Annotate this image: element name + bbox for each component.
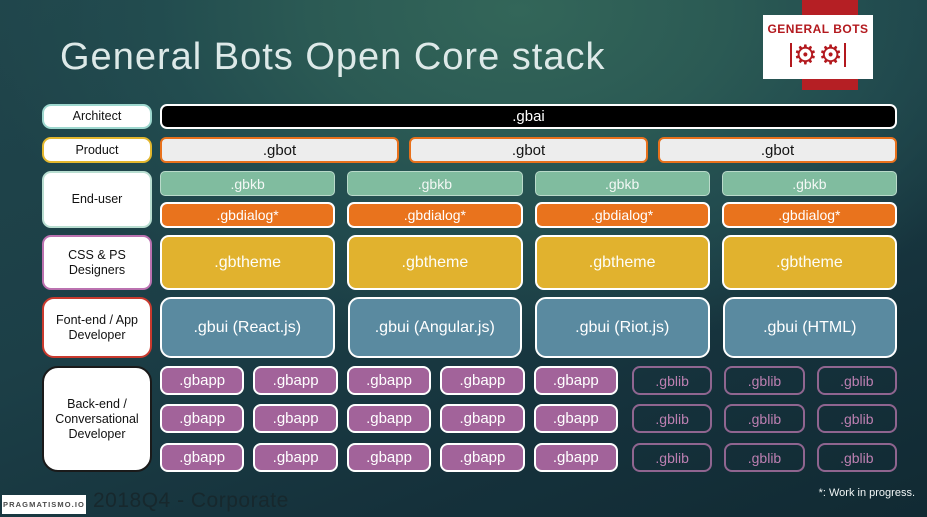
gbdialog-box: .gbdialog* (534, 202, 710, 228)
gbdialog-box: .gbdialog* (721, 202, 897, 228)
gbapp-box: .gbapp (346, 366, 432, 395)
gbot-box: .gbot (409, 137, 648, 163)
work-in-progress-note: *: Work in progress. (818, 487, 915, 499)
gbkb-box: .gbkb (347, 171, 523, 196)
gblib-box: .gblib (816, 404, 897, 433)
gbdialog-box: .gbdialog* (160, 202, 336, 228)
gbkb-row: .gbkb .gbkb .gbkb .gbkb (160, 171, 897, 196)
gblib-box: .gblib (816, 443, 897, 472)
gbapp-box: .gbapp (160, 404, 245, 433)
gbot-box: .gbot (160, 137, 399, 163)
gbot-box: .gbot (658, 137, 897, 163)
backend-row: .gbapp .gbapp .gbapp .gbapp .gbapp .gbli… (160, 404, 897, 433)
gbdialog-box: .gbdialog* (347, 202, 523, 228)
footer-date-text: 2018Q4 - Corporate (93, 489, 289, 512)
gbkb-box: .gbkb (160, 171, 336, 196)
logo-brand-text: GENERAL BOTS (767, 22, 869, 36)
backend-row: .gbapp .gbapp .gbapp .gbapp .gbapp .gbli… (160, 366, 897, 395)
gbapp-group: .gbapp .gbapp .gbapp .gbapp .gbapp (160, 366, 619, 395)
gears-icon: ⚙ ⚙ (790, 38, 846, 72)
gbui-row: .gbui (React.js) .gbui (Angular.js) .gbu… (160, 297, 897, 358)
gbkb-box: .gbkb (534, 171, 710, 196)
role-label-frontend-developer: Font-end / App Developer (42, 297, 152, 358)
role-label-end-user: End-user (42, 171, 152, 228)
gbapp-box: .gbapp (533, 366, 619, 395)
role-label-designers: CSS & PS Designers (42, 235, 152, 290)
gear-bar-left (790, 43, 793, 67)
role-label-architect: Architect (42, 104, 152, 129)
gear-icon: ⚙ (793, 40, 818, 70)
gbui-react-box: .gbui (React.js) (160, 297, 335, 358)
gblib-group: .gblib .gblib .gblib (632, 366, 897, 395)
gblib-box: .gblib (632, 366, 713, 395)
gbapp-box: .gbapp (346, 404, 432, 433)
gbtheme-box: .gbtheme (347, 235, 523, 290)
slide: General Bots Open Core stack GENERAL BOT… (0, 0, 927, 517)
gblib-box: .gblib (816, 366, 897, 395)
gbapp-box: .gbapp (440, 404, 525, 433)
gear-icon: ⚙ (818, 40, 843, 70)
gbapp-box: .gbapp (160, 443, 245, 472)
gbui-riot-box: .gbui (Riot.js) (535, 297, 710, 358)
general-bots-logo: GENERAL BOTS ⚙ ⚙ (763, 15, 873, 79)
gbot-row: .gbot .gbot .gbot (160, 137, 897, 163)
gblib-box: .gblib (632, 443, 713, 472)
gbapp-box: .gbapp (533, 404, 619, 433)
gbapp-box: .gbapp (440, 443, 525, 472)
gbapp-box: .gbapp (253, 404, 338, 433)
page-title: General Bots Open Core stack (60, 36, 606, 78)
gblib-box: .gblib (724, 443, 805, 472)
backend-row: .gbapp .gbapp .gbapp .gbapp .gbapp .gbli… (160, 443, 897, 472)
gbtheme-box: .gbtheme (160, 235, 336, 290)
gbapp-box: .gbapp (346, 443, 432, 472)
gbkb-box: .gbkb (721, 171, 897, 196)
gbapp-group: .gbapp .gbapp .gbapp .gbapp .gbapp (160, 404, 619, 433)
gblib-box: .gblib (632, 404, 713, 433)
gbapp-group: .gbapp .gbapp .gbapp .gbapp .gbapp (160, 443, 619, 472)
gear-bar-right (843, 43, 846, 67)
gbapp-box: .gbapp (253, 443, 338, 472)
pragmatismo-logo: PRAGMATISMO.IO (2, 495, 86, 514)
gbapp-box: .gbapp (533, 443, 619, 472)
gblib-group: .gblib .gblib .gblib (632, 443, 897, 472)
gblib-box: .gblib (724, 404, 805, 433)
gbtheme-box: .gbtheme (721, 235, 897, 290)
role-label-backend-developer: Back-end / Conversational Developer (42, 366, 152, 472)
gbapp-box: .gbapp (160, 366, 245, 395)
gbai-bar: .gbai (160, 104, 897, 129)
gbapp-box: .gbapp (253, 366, 338, 395)
role-label-product: Product (42, 137, 152, 163)
gblib-group: .gblib .gblib .gblib (632, 404, 897, 433)
gbui-angular-box: .gbui (Angular.js) (347, 297, 522, 358)
gbtheme-box: .gbtheme (534, 235, 710, 290)
gbapp-box: .gbapp (440, 366, 525, 395)
gblib-box: .gblib (724, 366, 805, 395)
gbui-html-box: .gbui (HTML) (722, 297, 897, 358)
gbtheme-row: .gbtheme .gbtheme .gbtheme .gbtheme (160, 235, 897, 290)
gbdialog-row: .gbdialog* .gbdialog* .gbdialog* .gbdial… (160, 202, 897, 228)
